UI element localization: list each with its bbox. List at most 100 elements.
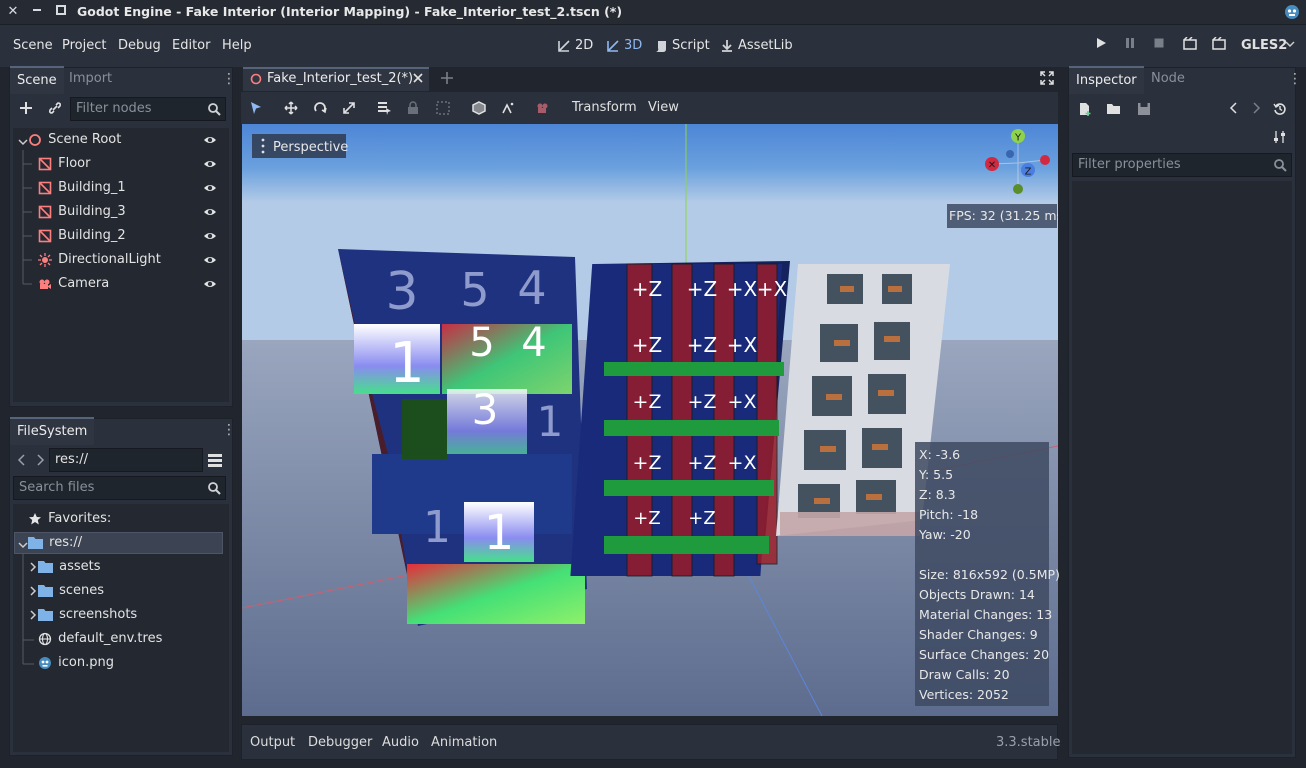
chevron-down-icon (1285, 38, 1295, 53)
camera-preview-icon[interactable] (536, 101, 550, 119)
play-scene-icon[interactable] (1181, 36, 1199, 55)
tree-item-building-1[interactable]: Building_1 (38, 177, 126, 199)
forward-arrow-icon[interactable] (35, 454, 45, 470)
collapse-arrow-icon[interactable] (18, 539, 28, 554)
maximize-window-icon[interactable] (52, 3, 70, 21)
history-forward-icon[interactable] (1251, 102, 1261, 118)
file-item-default-env[interactable]: default_env.tres (38, 628, 162, 650)
tab-debugger[interactable]: Debugger (308, 735, 372, 750)
add-node-icon[interactable] (18, 100, 34, 120)
collapse-arrow-icon[interactable] (18, 136, 28, 151)
file-item-assets[interactable]: assets (38, 556, 101, 578)
menu-debug[interactable]: Debug (118, 38, 161, 53)
visibility-eye-icon[interactable] (203, 133, 217, 147)
history-back-icon[interactable] (1229, 102, 1239, 118)
group-icon[interactable] (436, 101, 450, 119)
menu-editor[interactable]: Editor (172, 38, 210, 53)
tree-item-scene-root[interactable]: Scene Root (28, 129, 121, 151)
tab-node[interactable]: Node (1144, 66, 1192, 92)
workspace-2d-button[interactable]: 2D (557, 38, 593, 53)
tab-audio[interactable]: Audio (382, 735, 419, 750)
tree-item-building-3[interactable]: Building_3 (38, 201, 126, 223)
filter-nodes-input[interactable]: Filter nodes (70, 97, 226, 121)
workspace-3d-button[interactable]: 3D (606, 38, 642, 53)
tab-import[interactable]: Import (62, 66, 119, 92)
list-select-icon[interactable] (377, 101, 391, 119)
stop-icon[interactable] (1150, 37, 1168, 55)
folder-icon (38, 609, 53, 621)
split-mode-icon[interactable] (207, 452, 223, 472)
workspace-assetlib-button[interactable]: AssetLib (720, 38, 793, 53)
visibility-eye-icon[interactable] (203, 205, 217, 219)
tree-item-camera[interactable]: Camera (38, 273, 109, 295)
visibility-eye-icon[interactable] (203, 229, 217, 243)
select-tool-icon[interactable] (249, 101, 263, 119)
script-icon (656, 40, 666, 52)
file-item-screenshots[interactable]: screenshots (38, 604, 137, 626)
file-item-res-root[interactable]: res:// (28, 532, 82, 554)
renderer-select[interactable]: GLES2 (1241, 38, 1287, 53)
pause-icon[interactable] (1121, 37, 1139, 55)
tab-output[interactable]: Output (250, 735, 295, 750)
tab-filesystem[interactable]: FileSystem (10, 417, 95, 445)
new-resource-icon[interactable] (1078, 102, 1092, 120)
snap-icon[interactable] (501, 101, 515, 119)
fps-label: FPS: 32 (31.25 ms) (949, 208, 1058, 223)
perspective-menu-button[interactable]: Perspective (252, 134, 348, 158)
favorites-item[interactable]: Favorites: (28, 508, 111, 530)
visibility-eye-icon[interactable] (203, 277, 217, 291)
filter-properties-input[interactable]: Filter properties (1072, 153, 1292, 177)
title-bar: ✕ Godot Engine - Fake Interior (Interior… (0, 0, 1306, 25)
mesh-instance-icon (38, 229, 52, 242)
file-item-label: res:// (49, 535, 83, 550)
tab-animation[interactable]: Animation (431, 735, 497, 750)
axis-label: +Z (688, 452, 717, 474)
tab-scene[interactable]: Scene (10, 66, 64, 94)
tree-item-floor[interactable]: Floor (38, 153, 90, 175)
dock-menu-icon[interactable]: ⋮ (1288, 71, 1302, 87)
expand-arrow-icon[interactable] (29, 609, 37, 624)
rotate-tool-icon[interactable] (313, 101, 327, 119)
save-icon[interactable] (1137, 102, 1151, 120)
menu-scene[interactable]: Scene (13, 38, 53, 53)
play-custom-scene-icon[interactable] (1210, 36, 1228, 55)
link-icon[interactable] (47, 100, 63, 120)
visibility-eye-icon[interactable] (203, 157, 217, 171)
file-item-scenes[interactable]: scenes (38, 580, 104, 602)
dock-menu-icon[interactable]: ⋮ (222, 422, 236, 438)
local-space-icon[interactable] (472, 101, 486, 119)
environment-globe-icon (38, 632, 52, 645)
search-files-input[interactable]: Search files (13, 476, 226, 500)
history-icon[interactable] (1273, 102, 1287, 120)
back-arrow-icon[interactable] (17, 454, 27, 470)
transform-menu[interactable]: Transform (572, 100, 637, 115)
play-icon[interactable] (1092, 37, 1110, 55)
tree-item-directional-light[interactable]: DirectionalLight (38, 249, 161, 271)
move-tool-icon[interactable] (284, 101, 298, 119)
distraction-free-icon[interactable] (1040, 71, 1054, 89)
dock-menu-icon[interactable]: ⋮ (222, 71, 236, 87)
view-menu[interactable]: View (648, 100, 679, 115)
visibility-eye-icon[interactable] (203, 181, 217, 195)
menu-help[interactable]: Help (222, 38, 252, 53)
workspace-script-button[interactable]: Script (654, 38, 710, 53)
menu-project[interactable]: Project (62, 38, 106, 53)
close-tab-icon[interactable] (412, 72, 424, 88)
file-item-icon-png[interactable]: icon.png (38, 652, 114, 674)
tab-inspector[interactable]: Inspector (1069, 66, 1144, 94)
path-field[interactable]: res:// (49, 448, 203, 472)
godot-logo-icon (1284, 4, 1300, 24)
add-scene-tab-icon[interactable] (440, 71, 454, 89)
tree-item-building-2[interactable]: Building_2 (38, 225, 126, 247)
expand-arrow-icon[interactable] (29, 585, 37, 600)
close-window-icon[interactable]: ✕ (4, 3, 22, 21)
visibility-eye-icon[interactable] (203, 253, 217, 267)
object-properties-icon[interactable] (1273, 130, 1287, 148)
scale-tool-icon[interactable] (342, 101, 356, 119)
lock-icon[interactable] (407, 101, 419, 119)
stat-surface-changes: Surface Changes: 20 (919, 647, 1050, 662)
open-folder-icon[interactable] (1107, 102, 1122, 120)
expand-arrow-icon[interactable] (29, 561, 37, 576)
scene-root-icon (250, 73, 262, 89)
minimize-window-icon[interactable] (28, 3, 46, 21)
